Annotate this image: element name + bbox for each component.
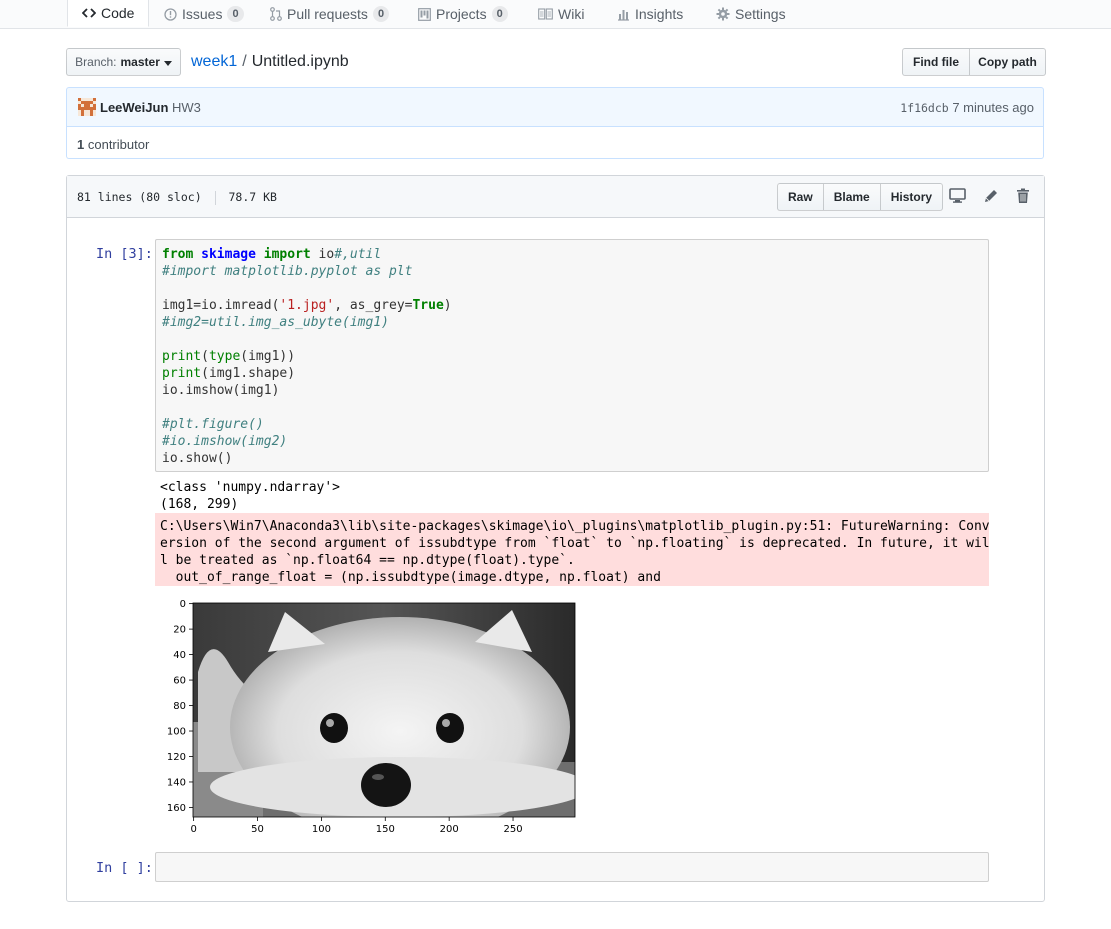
y-tick-label: 160 <box>167 803 186 814</box>
projects-count: 0 <box>491 6 508 22</box>
find-file-button[interactable]: Find file <box>902 48 970 76</box>
pull-requests-count: 0 <box>372 6 390 22</box>
y-tick-label: 20 <box>173 625 186 636</box>
breadcrumb: week1 /Untitled.ipynb <box>191 52 349 72</box>
tab-issues-label: Issues <box>182 6 223 22</box>
file-actions: Raw Blame History <box>777 183 944 211</box>
pencil-icon[interactable] <box>983 188 999 207</box>
tab-projects[interactable]: Projects 0 <box>418 0 508 28</box>
issue-icon <box>164 7 177 21</box>
trash-icon[interactable] <box>1016 188 1030 207</box>
y-tick-label: 120 <box>167 752 186 763</box>
branch-prefix: Branch: <box>75 55 117 69</box>
contributors-label: contributor <box>87 137 150 152</box>
stdout-line: <class 'numpy.ndarray'> <box>160 480 341 495</box>
project-icon <box>418 7 431 21</box>
contributors-box <box>66 127 1044 159</box>
tab-issues[interactable]: Issues 0 <box>164 0 244 28</box>
contributors[interactable]: 1 contributor <box>77 137 149 153</box>
code-icon <box>82 7 96 19</box>
tab-pull-requests[interactable]: Pull requests 0 <box>270 0 390 28</box>
y-tick-label: 0 <box>180 599 186 610</box>
file-info: 81 lines (80 sloc) 78.7 KB <box>77 190 277 205</box>
commit-sha[interactable]: 1f16dcb <box>900 101 948 115</box>
tab-pull-requests-label: Pull requests <box>287 6 368 22</box>
tab-settings-label: Settings <box>735 6 786 22</box>
breadcrumb-week1-link[interactable]: week1 <box>191 53 237 70</box>
code-line: print(img1.shape) <box>162 366 296 381</box>
stderr-line: l be treated as `np.float64 == np.dtype(… <box>160 553 575 568</box>
x-tick-label: 50 <box>251 824 264 835</box>
y-tick-label: 60 <box>173 676 186 687</box>
x-tick-label: 100 <box>312 824 331 835</box>
commit-meta: 1f16dcb 7 minutes ago <box>900 100 1034 116</box>
commit-author[interactable]: LeeWeiJun <box>100 100 168 115</box>
code-cell-2[interactable] <box>155 852 989 882</box>
imshow-figure: 0 50 100 150 200 250 0 20 40 60 80 100 120 140 160 <box>167 599 576 835</box>
tab-code-label: Code <box>101 5 135 21</box>
breadcrumb-separator: / <box>242 53 247 70</box>
code-line: img1=io.imread('1.jpg', as_grey=True) <box>162 298 452 313</box>
y-tick-label: 140 <box>167 777 186 788</box>
stderr-line: ersion of the second argument of issubdt… <box>160 536 990 551</box>
desktop-icon[interactable] <box>949 188 966 206</box>
blame-button[interactable]: Blame <box>822 183 881 211</box>
code-line: #io.imshow(img2) <box>162 434 288 449</box>
stderr-line: out_of_range_float = (np.issubdtype(imag… <box>160 570 661 585</box>
avatar[interactable] <box>78 98 96 116</box>
stdout-line: (168, 299) <box>160 497 239 512</box>
commit-time: 7 minutes ago <box>952 100 1034 115</box>
commit-summary: LeeWeiJun HW3 <box>100 100 201 116</box>
y-tick-label: 80 <box>173 701 186 712</box>
x-tick-label: 200 <box>440 824 459 835</box>
tab-code[interactable]: Code <box>67 0 150 27</box>
branch-select-button[interactable]: Branch: master <box>66 48 181 76</box>
file-size: 78.7 KB <box>228 190 277 204</box>
wiki-icon <box>538 8 553 20</box>
copy-path-button[interactable]: Copy path <box>969 48 1046 76</box>
x-tick-label: 250 <box>503 824 522 835</box>
raw-button[interactable]: Raw <box>777 183 824 211</box>
y-tick-label: 40 <box>173 650 186 661</box>
code-line: io.show() <box>162 451 233 466</box>
code-line: #plt.figure() <box>162 417 264 432</box>
branch-name: master <box>120 55 160 69</box>
code-line: #img2=util.img_as_ubyte(img1) <box>162 315 389 330</box>
input-prompt-1: In [3]: <box>96 246 153 262</box>
dog-image <box>193 603 575 817</box>
code-line: from skimage import io#,util <box>162 247 382 262</box>
file-lines: 81 lines (80 sloc) <box>77 190 202 204</box>
tab-projects-label: Projects <box>436 6 487 22</box>
stderr-line: C:\Users\Win7\Anaconda3\lib\site-package… <box>160 519 990 534</box>
tab-settings[interactable]: Settings <box>716 0 786 28</box>
contributors-count: 1 <box>77 137 85 152</box>
x-tick-label: 150 <box>376 824 395 835</box>
gear-icon <box>716 7 730 21</box>
issues-count: 0 <box>227 6 244 22</box>
tab-wiki[interactable]: Wiki <box>538 0 584 28</box>
x-tick-label: 0 <box>190 824 196 835</box>
breadcrumb-file: Untitled.ipynb <box>251 53 349 70</box>
tab-wiki-label: Wiki <box>558 6 585 22</box>
commit-message[interactable]: HW3 <box>172 100 201 115</box>
code-line: io.imshow(img1) <box>162 383 280 398</box>
code-line: print(type(img1)) <box>162 349 296 364</box>
commit-tease <box>66 87 1044 127</box>
pull-request-icon <box>270 7 282 21</box>
file-info-divider <box>214 190 216 205</box>
y-tick-label: 100 <box>167 727 186 738</box>
tab-insights-label: Insights <box>635 6 684 22</box>
tab-insights[interactable]: Insights <box>617 0 683 28</box>
history-button[interactable]: History <box>879 183 944 211</box>
input-prompt-2: In [ ]: <box>96 860 153 876</box>
caret-down-icon <box>163 55 172 69</box>
graph-icon <box>617 8 630 21</box>
code-line: #import matplotlib.pyplot as plt <box>162 264 413 279</box>
